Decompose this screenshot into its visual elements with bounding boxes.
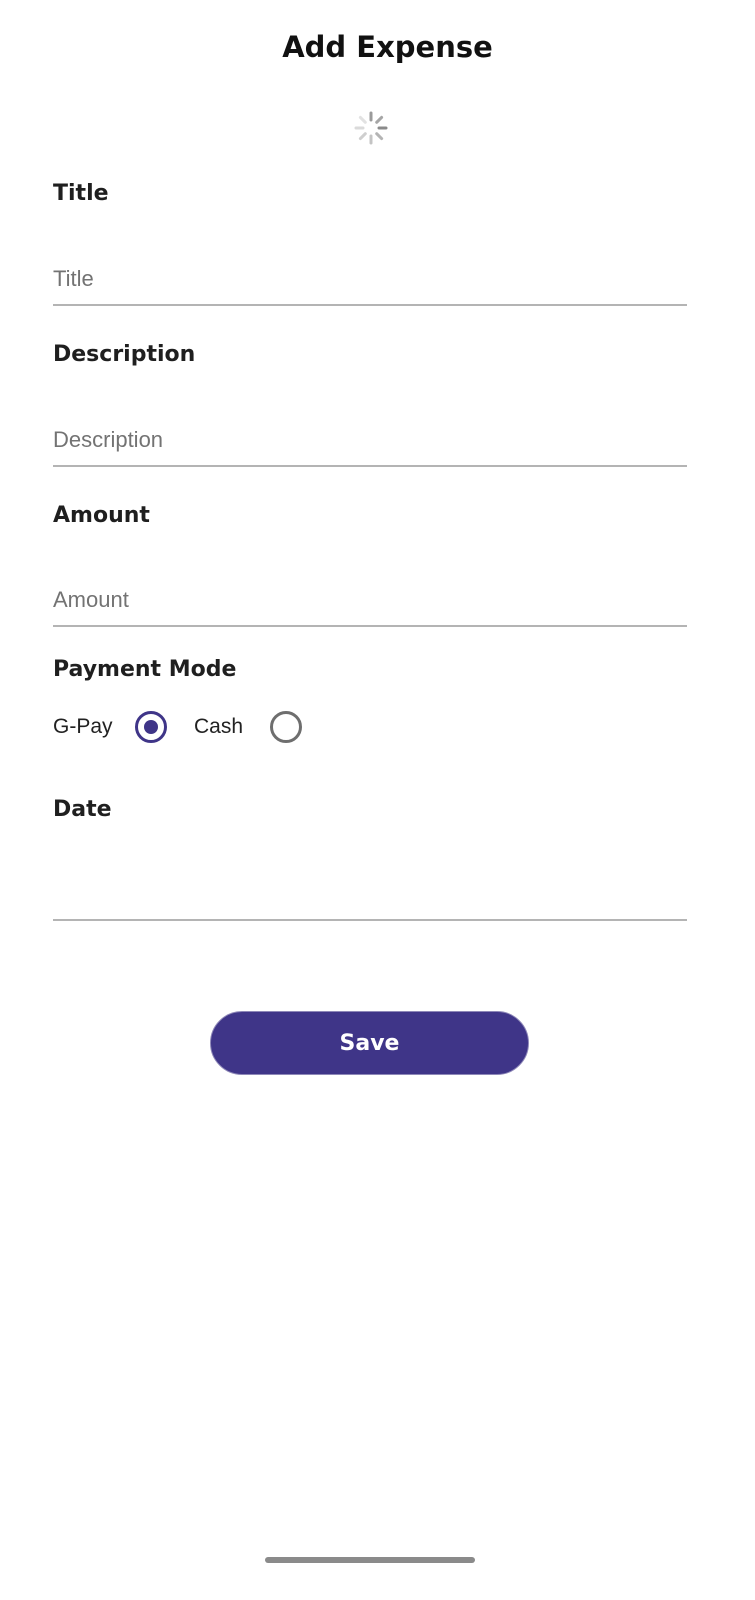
date-field-underline — [53, 919, 687, 921]
cash-option-label[interactable]: Cash — [194, 715, 243, 739]
home-indicator[interactable] — [265, 1557, 475, 1563]
title-input[interactable] — [53, 254, 687, 306]
page-title: Add Expense — [282, 30, 493, 64]
description-label: Description — [53, 342, 196, 367]
amount-label: Amount — [53, 503, 150, 528]
gpay-radio-button[interactable] — [135, 711, 167, 743]
gpay-option-label[interactable]: G-Pay — [53, 715, 113, 739]
description-input[interactable] — [53, 415, 687, 467]
save-button-label: Save — [339, 1030, 400, 1056]
save-button[interactable]: Save — [210, 1011, 529, 1075]
title-label: Title — [53, 181, 109, 206]
amount-input[interactable] — [53, 575, 687, 627]
date-label: Date — [53, 797, 112, 822]
cash-radio-button[interactable] — [270, 711, 302, 743]
loading-spinner-icon — [354, 111, 388, 145]
payment-mode-label: Payment Mode — [53, 657, 237, 682]
